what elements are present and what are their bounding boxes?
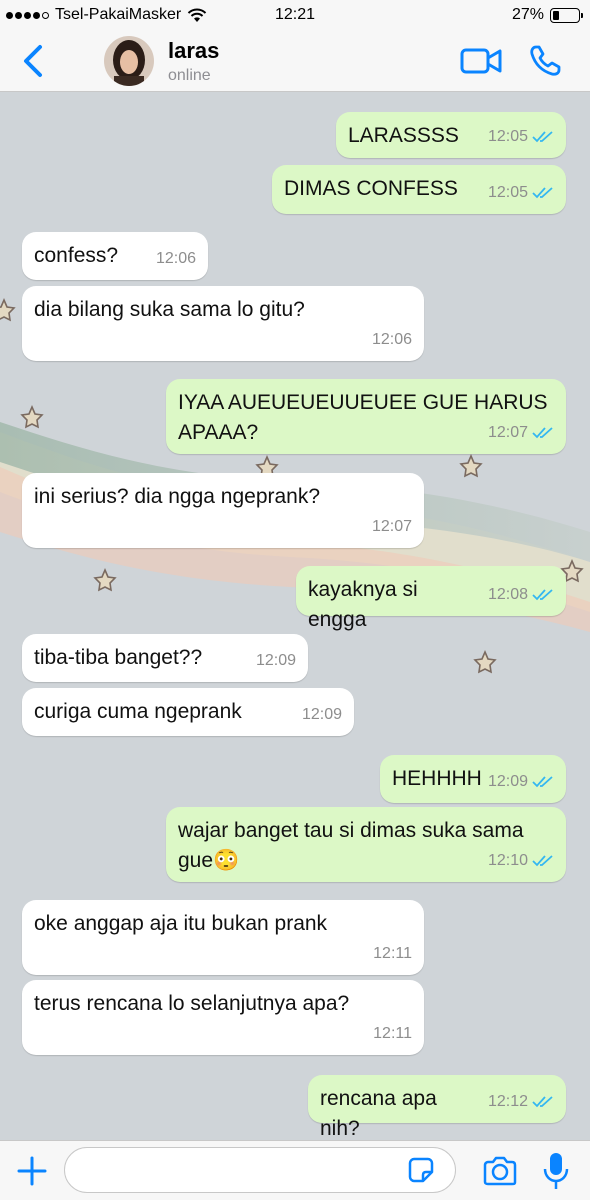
outgoing-message[interactable]: kayaknya si engga 12:08 [296,566,566,631]
input-bar [0,1140,590,1200]
message-meta: 12:05 [488,178,554,208]
message-meta: 12:11 [373,1019,412,1049]
message-time: 12:09 [487,773,528,790]
message-time: 12:11 [373,1025,412,1042]
incoming-message[interactable]: curiga cuma ngeprank 12:09 [22,688,354,736]
read-ticks-icon [532,187,553,199]
message-time: 12:06 [371,331,412,348]
status-time: 12:21 [274,6,316,23]
microphone-icon[interactable] [542,1151,570,1191]
incoming-message[interactable]: ini serius? dia ngga ngeprank? 12:07 [22,473,424,548]
message-time: 12:05 [487,184,528,201]
outgoing-message[interactable]: DIMAS CONFESS 12:05 [272,165,566,214]
battery-level [553,10,559,20]
sticker-icon[interactable] [408,1157,434,1183]
message-meta: 12:09 [256,646,296,676]
outgoing-message[interactable]: wajar banget tau si dimas suka sama gue😳… [166,807,566,882]
message-text: terus rencana lo selanjutnya apa? [34,992,350,1015]
message-time: 12:05 [487,128,528,145]
message-meta: 12:11 [373,939,412,969]
message-time: 12:07 [487,424,528,441]
incoming-message[interactable]: terus rencana lo selanjutnya apa? 12:11 [22,980,424,1055]
read-ticks-icon [532,776,553,788]
avatar[interactable] [104,36,154,86]
contact-name[interactable]: laras [168,38,219,64]
chat-header: laras online [0,30,590,92]
message-meta: 12:10 [488,846,554,876]
message-time: 12:06 [155,250,196,267]
message-meta: 12:12 [488,1087,554,1117]
message-time: 12:11 [373,945,412,962]
message-time: 12:09 [255,652,296,669]
status-right: 27% [511,6,583,24]
message-meta: 12:05 [488,122,554,152]
message-meta: 12:07 [372,512,412,542]
chevron-left-icon[interactable] [20,44,48,78]
battery-icon [550,7,583,23]
phone-icon[interactable] [528,44,562,78]
chat-area[interactable]: LARASSSS 12:05 DIMAS CONFESS 12:05 confess? 1… [0,92,590,1140]
incoming-message[interactable]: oke anggap aja itu bukan prank 12:11 [22,900,424,975]
message-meta: 12:08 [488,580,554,610]
read-ticks-icon [532,589,553,601]
read-ticks-icon [532,1096,553,1108]
outgoing-message[interactable]: rencana apa nih? 12:12 [308,1075,566,1140]
message-text: dia bilang suka sama lo gitu? [34,298,305,321]
message-meta: 12:06 [372,325,412,355]
message-time: 12:07 [371,518,412,535]
message-time: 12:09 [301,706,342,723]
message-text: oke anggap aja itu bukan prank [34,912,328,935]
read-ticks-icon [532,427,553,439]
message-time: 12:12 [487,1093,528,1110]
message-meta: 12:07 [488,418,554,448]
contact-status: online [168,67,211,84]
battery-percent: 27% [511,6,544,23]
video-camera-icon[interactable] [460,46,502,76]
incoming-message[interactable]: dia bilang suka sama lo gitu? 12:06 [22,286,424,361]
message-text: curiga cuma ngeprank [34,700,242,723]
plus-icon[interactable] [16,1155,48,1187]
status-bar: Tsel-PakaiMasker 12:21 27% [0,0,590,30]
camera-icon[interactable] [482,1155,518,1187]
outgoing-message[interactable]: LARASSSS 12:05 [336,112,566,158]
incoming-message[interactable]: tiba-tiba banget?? 12:09 [22,634,308,682]
outgoing-message[interactable]: IYAA AUEUEUEUUEUEE GUE HARUS APAAA? 12:07 [166,379,566,454]
read-ticks-icon [532,131,553,143]
message-time: 12:08 [487,586,528,603]
read-ticks-icon [532,855,553,867]
avatar-image [104,36,154,86]
outgoing-message[interactable]: HEHHHH 12:09 [380,755,566,803]
message-time: 12:10 [487,852,528,869]
message-meta: 12:06 [156,244,196,274]
message-meta: 12:09 [302,700,342,730]
message-input[interactable] [64,1147,456,1193]
message-text: ini serius? dia ngga ngeprank? [34,485,321,508]
incoming-message[interactable]: confess? 12:06 [22,232,208,280]
message-meta: 12:09 [488,767,554,797]
